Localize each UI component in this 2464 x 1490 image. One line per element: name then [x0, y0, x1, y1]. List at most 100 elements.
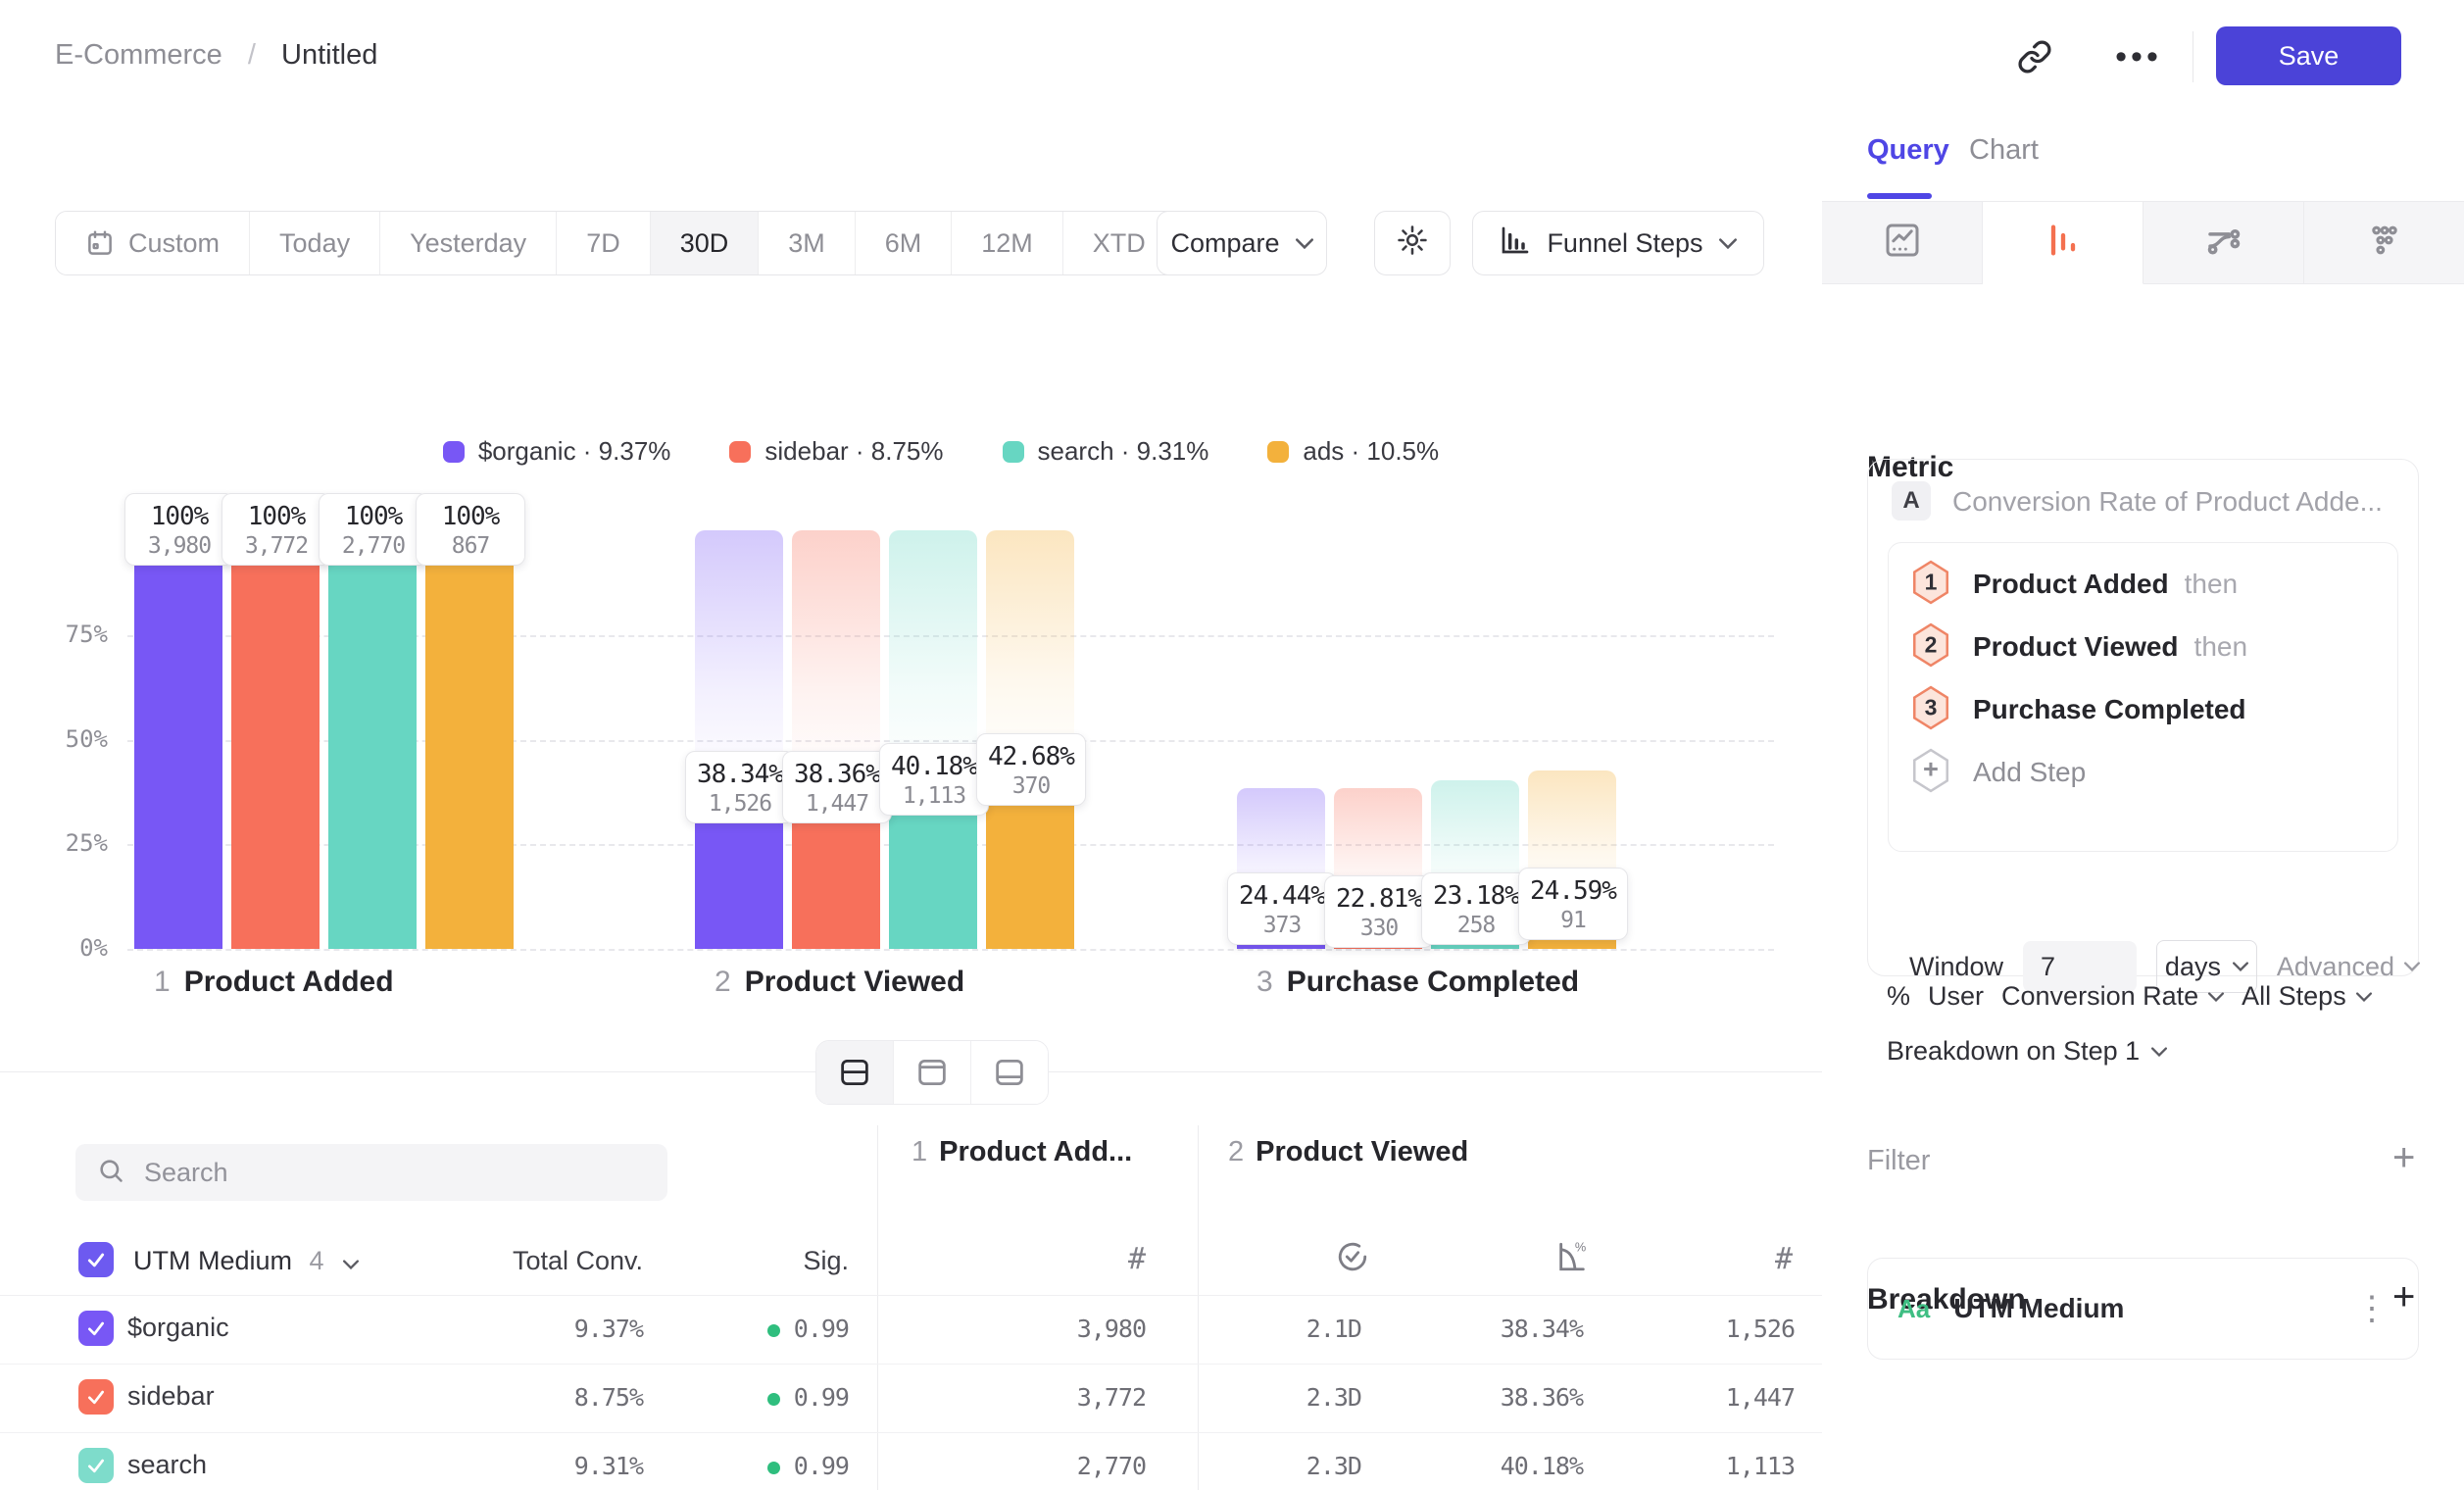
legend-swatch: [443, 441, 465, 463]
hash-icon[interactable]: #: [1128, 1242, 1146, 1276]
step-event-name: Purchase Completed: [1973, 694, 2246, 725]
bar-value-label: 42.68%370: [976, 733, 1086, 806]
legend-item-ads[interactable]: ads · 10.5%: [1267, 436, 1439, 467]
add-filter-plus-icon[interactable]: +: [2392, 1136, 2415, 1180]
legend-item-sidebar[interactable]: sidebar · 8.75%: [729, 436, 943, 467]
split-view-button[interactable]: [816, 1041, 894, 1104]
breadcrumb-project[interactable]: E-Commerce: [55, 39, 222, 71]
row-total-conv: 9.37%: [574, 1315, 643, 1343]
legend-item-organic[interactable]: $organic · 9.37%: [443, 436, 671, 467]
range-30d[interactable]: 30D: [651, 212, 760, 274]
breakdown-item[interactable]: Aa UTM Medium ⋮: [1867, 1258, 2419, 1360]
view-toggle: [815, 1040, 1049, 1105]
row-checkbox[interactable]: [78, 1311, 114, 1346]
legend-item-search[interactable]: search · 9.31%: [1003, 436, 1209, 467]
bar-value-label: 100%3,772: [222, 493, 331, 566]
conversion-rate-icon[interactable]: %: [1555, 1240, 1589, 1281]
breakdown-column-header[interactable]: UTM Medium 4: [133, 1246, 359, 1276]
step-number-hexagon: 3: [1910, 685, 1951, 735]
range-7d[interactable]: 7D: [557, 212, 651, 274]
active-tab-underline: [1867, 193, 1932, 199]
metric-selector[interactable]: Conversion Rate: [2001, 981, 2224, 1012]
row-name: sidebar: [127, 1381, 215, 1412]
bar-value-label: 38.34%1,526: [685, 751, 795, 823]
bar-value-label: 100%867: [416, 493, 525, 566]
legend-swatch: [1003, 441, 1024, 463]
legend-swatch: [1267, 441, 1289, 463]
row-step2-time: 2.1D: [1306, 1315, 1361, 1343]
bar-value-label: 24.44%373: [1227, 872, 1337, 945]
legend-label: search · 9.31%: [1038, 436, 1209, 467]
funnel-ghost-bar: [695, 530, 783, 788]
time-to-convert-icon[interactable]: [1336, 1240, 1369, 1281]
funnel-chart-tab[interactable]: [1983, 202, 2144, 284]
range-12m[interactable]: 12M: [952, 212, 1063, 274]
bar-value-label: 100%3,980: [124, 493, 234, 566]
funnel-bar-organic[interactable]: [134, 530, 222, 949]
row-significance: 0.99: [767, 1452, 849, 1481]
flow-chart-icon: [2203, 220, 2244, 266]
top-panel-view-button[interactable]: [894, 1041, 971, 1104]
select-all-checkbox[interactable]: [78, 1242, 114, 1277]
breakdown-on-step-selector[interactable]: Breakdown on Step 1: [1887, 1036, 2167, 1067]
metric-step-3[interactable]: 3 Purchase Completed: [1889, 678, 2397, 741]
y-axis-tick: 50%: [37, 725, 108, 753]
compare-label: Compare: [1170, 228, 1279, 259]
row-step2-count: 1,447: [1726, 1383, 1795, 1412]
legend-label: $organic · 9.37%: [478, 436, 671, 467]
total-conv-header[interactable]: Total Conv.: [513, 1246, 643, 1276]
measurement-row: % User Conversion Rate All Steps: [1887, 981, 2372, 1012]
scope-selector[interactable]: All Steps: [2242, 981, 2372, 1012]
row-total-conv: 9.31%: [574, 1452, 643, 1480]
entity-selector[interactable]: User: [1928, 981, 1984, 1012]
add-step-button[interactable]: +Add Step: [1889, 741, 2397, 804]
funnel-bar-sidebar[interactable]: [231, 530, 320, 949]
tab-chart[interactable]: Chart: [1969, 134, 2039, 167]
kebab-menu-icon[interactable]: ⋮: [2355, 1289, 2389, 1328]
funnel-bar-ads[interactable]: [425, 530, 514, 949]
chart-type-strip: [1822, 201, 2464, 284]
hash-icon[interactable]: #: [1775, 1242, 1793, 1276]
bar-value-label: 40.18%1,113: [879, 743, 989, 816]
chart-type-dropdown[interactable]: Funnel Steps: [1472, 211, 1764, 275]
save-button[interactable]: Save: [2216, 26, 2401, 85]
step-label-2: 2Product Viewed: [715, 966, 964, 999]
range-yesterday[interactable]: Yesterday: [380, 212, 557, 274]
row-checkbox[interactable]: [78, 1448, 114, 1483]
significance-dot: [767, 1462, 780, 1474]
link-icon[interactable]: [2011, 33, 2058, 80]
row-step1-count: 3,772: [1077, 1383, 1146, 1412]
y-axis-tick: 0%: [37, 934, 108, 962]
metric-step-2[interactable]: 2Product Viewedthen: [1889, 616, 2397, 678]
funnel-steps-card: 1Product Addedthen2Product Viewedthen 3 Pu…: [1888, 542, 2398, 852]
sig-header[interactable]: Sig.: [803, 1246, 849, 1276]
more-icon[interactable]: •••: [2115, 33, 2162, 80]
scatter-chart-icon: [2365, 221, 2404, 265]
svg-text:%: %: [1575, 1240, 1586, 1254]
funnel-bar-search[interactable]: [328, 530, 417, 949]
search-icon: [97, 1157, 124, 1189]
line-chart-tab[interactable]: [1822, 202, 1983, 284]
breadcrumb-current[interactable]: Untitled: [281, 39, 377, 71]
compare-button[interactable]: Compare: [1157, 211, 1327, 275]
tab-query[interactable]: Query: [1867, 134, 1949, 167]
advanced-dropdown[interactable]: Advanced: [2277, 952, 2420, 982]
flow-chart-tab[interactable]: [2144, 202, 2304, 284]
chart-settings-button[interactable]: [1374, 211, 1451, 275]
gridline-0%: [127, 949, 1774, 951]
search-input[interactable]: [142, 1157, 616, 1189]
range-6m[interactable]: 6M: [856, 212, 953, 274]
row-step1-count: 2,770: [1077, 1452, 1146, 1480]
range-3m[interactable]: 3M: [759, 212, 856, 274]
row-checkbox[interactable]: [78, 1379, 114, 1415]
bottom-panel-view-button[interactable]: [971, 1041, 1048, 1104]
y-axis-tick: 25%: [37, 829, 108, 857]
range-today[interactable]: Today: [250, 212, 380, 274]
scatter-chart-tab[interactable]: [2304, 202, 2464, 284]
metric-step-1[interactable]: 1Product Addedthen: [1889, 553, 2397, 616]
range-custom[interactable]: Custom: [56, 212, 250, 274]
series-title[interactable]: Conversion Rate of Product Adde...: [1952, 486, 2383, 518]
bar-value-label: 24.59%91: [1518, 868, 1628, 940]
step-label-1: 1Product Added: [154, 966, 394, 999]
chart-pane: CustomTodayYesterday7D30D3M6M12MXTD Comp…: [0, 111, 1823, 1490]
